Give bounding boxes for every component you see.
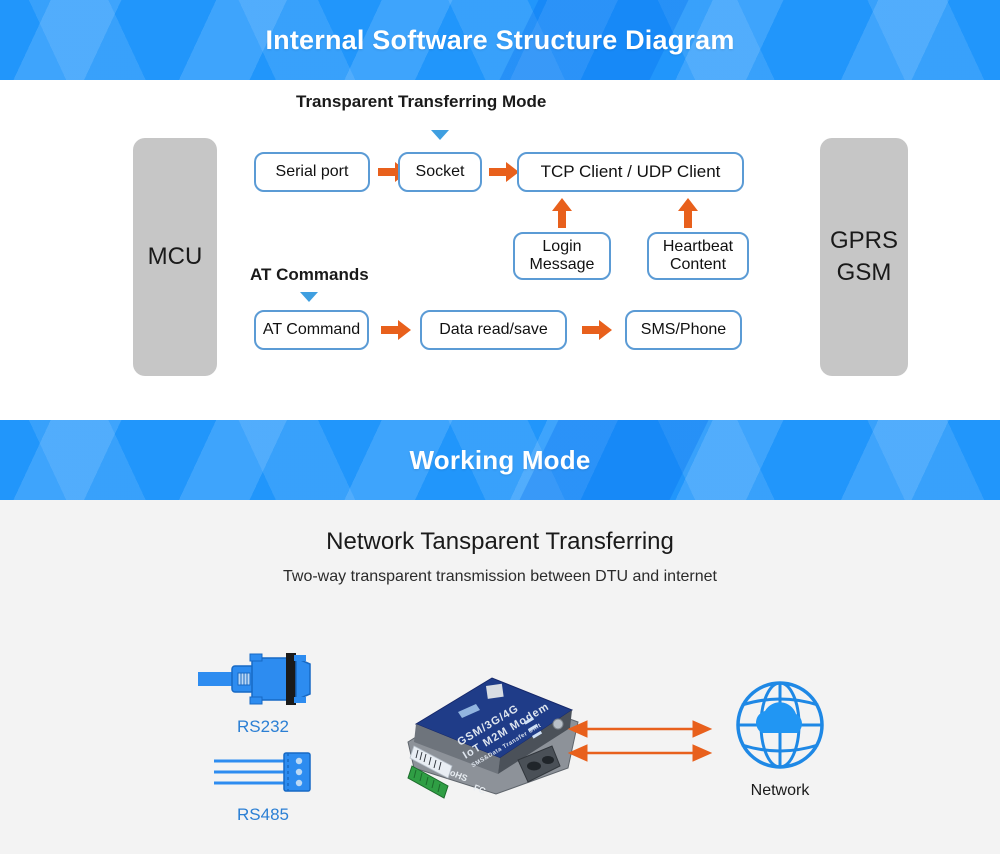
box-at-command-label: AT Command: [262, 320, 361, 338]
working-mode-section: Network Tansparent Transferring Two-way …: [0, 500, 1000, 854]
gprs-gsm-block: GPRS GSM: [820, 138, 908, 376]
box-at-command[interactable]: AT Command: [254, 310, 369, 350]
chevron-down-icon-transparent-mode: [431, 130, 449, 140]
mcu-label: MCU: [147, 242, 203, 270]
arrow-up-icon-heartbeat: [678, 198, 698, 228]
box-login-message-label-line2: Message: [529, 256, 595, 273]
bidirectional-link-arrows: [565, 715, 715, 775]
box-heartbeat-label-line2: Content: [669, 256, 727, 273]
db9-serial-connector-icon: [198, 652, 328, 711]
box-sms-phone[interactable]: SMS/Phone: [625, 310, 742, 350]
gprs-label-line1: GPRS: [829, 226, 898, 254]
terminal-block-connector-icon: [198, 752, 328, 799]
arrow-right-icon-socket-to-tcp: [489, 162, 519, 182]
box-data-read-save[interactable]: Data read/save: [420, 310, 567, 350]
box-tcp-udp-client-label: TCP Client / UDP Client: [540, 162, 721, 182]
network-node: Network: [700, 675, 860, 800]
port-label-rs485: RS485: [237, 805, 289, 824]
box-socket-label: Socket: [415, 162, 465, 180]
box-socket[interactable]: Socket: [398, 152, 482, 192]
box-sms-phone-label: SMS/Phone: [640, 320, 727, 338]
port-group-rs485: RS485: [198, 752, 328, 825]
at-commands-heading: AT Commands: [250, 265, 369, 284]
port-label-rs232: RS232: [237, 717, 289, 736]
arrow-right-icon-at-to-data: [381, 320, 411, 340]
box-heartbeat-content[interactable]: Heartbeat Content: [647, 232, 749, 280]
box-serial-port-label: Serial port: [275, 162, 349, 180]
gprs-label-line2: GSM: [836, 259, 892, 286]
box-login-message[interactable]: Login Message: [513, 232, 611, 280]
working-mode-title: Network Tansparent Transferring: [326, 528, 674, 555]
arrow-up-icon-login-message: [552, 198, 572, 228]
box-heartbeat-label-line1: Heartbeat: [662, 237, 734, 255]
box-data-read-save-label: Data read/save: [439, 320, 548, 338]
working-mode-subtitle: Two-way transparent transmission between…: [283, 568, 717, 585]
globe-cloud-icon: [700, 675, 860, 780]
network-label: Network: [750, 782, 810, 799]
chevron-down-icon-at-commands: [300, 292, 318, 302]
section-banner-working-mode: Working Mode: [0, 420, 1000, 500]
arrow-right-icon-data-to-sms: [582, 320, 612, 340]
header-banner-internal-software: Internal Software Structure Diagram: [0, 0, 1000, 80]
transparent-mode-heading: Transparent Transferring Mode: [296, 92, 547, 111]
port-group-rs232: RS232: [198, 652, 328, 737]
internal-structure-diagram: MCU GPRS GSM Transparent Transferring Mo…: [0, 80, 1000, 420]
section-title: Working Mode: [409, 445, 591, 475]
box-login-message-label-line1: Login: [542, 237, 582, 255]
box-tcp-udp-client[interactable]: TCP Client / UDP Client: [517, 152, 744, 192]
box-serial-port[interactable]: Serial port: [254, 152, 370, 192]
page-title: Internal Software Structure Diagram: [265, 25, 735, 55]
mcu-block: MCU: [133, 138, 217, 376]
